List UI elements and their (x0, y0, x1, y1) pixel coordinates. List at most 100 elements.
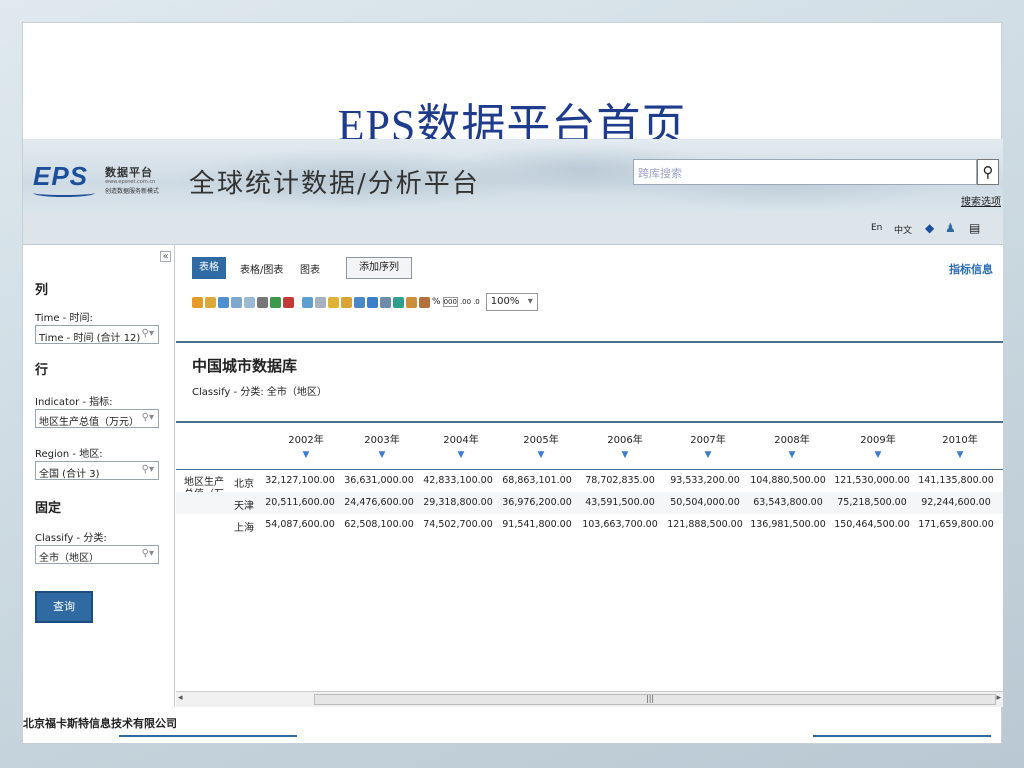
indicator-label: Indicator - 指标: (35, 397, 113, 408)
indicator-field[interactable]: 地区生产总值（万元） ⚲▾ (35, 409, 159, 428)
search-input[interactable]: 跨库搜索 (633, 159, 977, 185)
time-label: Time - 时间: (35, 313, 93, 324)
region-cell: 天津 (234, 501, 254, 512)
main-panel: 表格 表格/图表 图表 添加序列 指标信息 % 000 .00 .0 100% … (176, 245, 1003, 707)
year-header[interactable]: 2002年 ▼ (266, 431, 346, 460)
table-row: 上海 54,087,600.00 62,508,100.00 74,502,70… (176, 514, 1003, 536)
value-cell: 121,530,000.00 (834, 475, 910, 486)
table-row: 天津 20,511,600.00 24,476,600.00 29,318,80… (176, 492, 1003, 514)
chart-bar-icon[interactable] (367, 296, 378, 308)
year-header[interactable]: 2006年 ▼ (585, 431, 665, 460)
value-cell: 74,502,700.00 (423, 519, 493, 530)
query-button[interactable]: 查询 (35, 591, 93, 623)
value-cell: 29,318,800.00 (423, 497, 493, 508)
formula-icon[interactable] (419, 296, 430, 308)
scroll-left-icon[interactable]: ◂ (178, 693, 183, 703)
sort-down-icon: ▼ (788, 450, 796, 460)
lang-en-link[interactable]: En (871, 223, 882, 233)
region-value: 全国 (合计 3) (39, 469, 100, 480)
refresh-icon[interactable] (218, 296, 229, 308)
year-header[interactable]: 2007年 ▼ (668, 431, 748, 460)
print-icon[interactable] (257, 296, 268, 308)
footer-line (119, 735, 297, 737)
thousand-separator-icon[interactable]: 000 (442, 297, 458, 307)
pdf-icon[interactable] (283, 296, 294, 308)
copy-icon[interactable] (302, 296, 313, 308)
search-dropdown-icon: ⚲▾ (141, 464, 154, 475)
zoom-select[interactable]: 100% (485, 293, 538, 311)
value-cell: 54,087,600.00 (265, 519, 335, 530)
value-cell: 104,880,500.00 (750, 475, 826, 486)
sort-down-icon: ▼ (874, 450, 882, 460)
value-cell: 36,631,000.00 (344, 475, 414, 486)
sort-icon[interactable] (380, 296, 391, 308)
logo-slogan: 创造数据服务新模式 (105, 188, 160, 195)
calculator-icon[interactable] (406, 296, 417, 308)
divider (176, 421, 1003, 423)
eps-logo[interactable]: EPS 数据平台 www.epsnet.com.cn 创造数据服务新模式 (33, 161, 183, 201)
document-icon[interactable]: ▤ (969, 221, 980, 235)
sort-down-icon: ▼ (537, 450, 545, 460)
year-header[interactable]: 2010年 ▼ (920, 431, 1000, 460)
indicator-value: 地区生产总值（万元） (39, 417, 139, 428)
year-header[interactable]: 2008年 ▼ (752, 431, 832, 460)
footer-line (813, 735, 991, 737)
decrease-decimal-icon[interactable]: .0 (473, 298, 480, 306)
table-row: 北京 32,127,100.00 36,631,000.00 42,833,10… (176, 470, 1003, 492)
grid-icon[interactable] (341, 296, 352, 308)
add-series-button[interactable]: 添加序列 (346, 257, 412, 279)
undo-icon[interactable] (231, 296, 242, 308)
sort-down-icon: ▼ (704, 450, 712, 460)
increase-decimal-icon[interactable]: .00 (460, 298, 471, 306)
column-icon[interactable] (315, 296, 326, 308)
search-button[interactable]: ⚲ (977, 159, 999, 185)
year-header[interactable]: 2005年 ▼ (501, 431, 581, 460)
region-cell: 北京 (234, 479, 254, 490)
tab-table[interactable]: 表格 (192, 257, 226, 279)
tab-chart[interactable]: 图表 (300, 261, 320, 276)
value-cell: 68,863,101.00 (502, 475, 572, 486)
excel-icon[interactable] (270, 296, 281, 308)
indicator-info-link[interactable]: 指标信息 (949, 261, 993, 277)
sort-down-icon: ▼ (956, 450, 964, 460)
collapse-panel-button[interactable]: « (160, 251, 171, 262)
search-options-link[interactable]: 搜索选项 (961, 193, 1001, 208)
classify-field[interactable]: 全市（地区） ⚲▾ (35, 545, 159, 564)
back-arrow-icon[interactable]: ◆ (925, 221, 934, 235)
year-header[interactable]: 2009年 ▼ (838, 431, 918, 460)
header-banner: EPS 数据平台 www.epsnet.com.cn 创造数据服务新模式 全球统… (23, 139, 1003, 213)
redo-icon[interactable] (244, 296, 255, 308)
horizontal-scrollbar[interactable]: ◂ ||| ▸ (176, 691, 1003, 707)
region-field[interactable]: 全国 (合计 3) ⚲▾ (35, 461, 159, 480)
scroll-grip-icon: ||| (646, 694, 655, 703)
time-field[interactable]: Time - 时间 (合计 12) ⚲▾ (35, 325, 159, 344)
database-title: 中国城市数据库 (192, 357, 298, 375)
value-cell: 50,504,000.00 (670, 497, 740, 508)
save-icon[interactable] (205, 296, 216, 308)
pivot-icon[interactable] (354, 296, 365, 308)
search-dropdown-icon: ⚲▾ (141, 328, 154, 339)
percent-icon[interactable]: % (432, 297, 441, 307)
scroll-right-icon[interactable]: ▸ (996, 693, 1001, 703)
open-icon[interactable] (192, 296, 203, 308)
region-cell: 上海 (234, 523, 254, 534)
users-icon[interactable]: ♟ (945, 221, 956, 235)
table-color-icon[interactable] (393, 296, 404, 308)
lang-zh-link[interactable]: 中文 (894, 223, 912, 236)
region-label: Region - 地区: (35, 449, 103, 460)
value-cell: 43,591,500.00 (585, 497, 655, 508)
search-dropdown-icon: ⚲▾ (141, 548, 154, 559)
table-toolbar: % 000 .00 .0 100% (192, 291, 538, 313)
sort-down-icon: ▼ (621, 450, 629, 460)
tab-table-chart[interactable]: 表格/图表 (240, 261, 283, 276)
top-toolbar: En 中文 ◆ ♟ ▤ (23, 213, 1003, 245)
filter-icon[interactable] (328, 296, 339, 308)
value-cell: 20,511,600.00 (265, 497, 335, 508)
scroll-thumb[interactable] (314, 694, 996, 705)
year-header[interactable]: 2003年 ▼ (342, 431, 422, 460)
value-cell: 75,218,500.00 (837, 497, 907, 508)
value-cell: 136,981,500.00 (750, 519, 826, 530)
platform-title: 全球统计数据/分析平台 (189, 169, 480, 199)
year-header[interactable]: 2004年 ▼ (421, 431, 501, 460)
search-dropdown-icon: ⚲▾ (141, 412, 154, 423)
